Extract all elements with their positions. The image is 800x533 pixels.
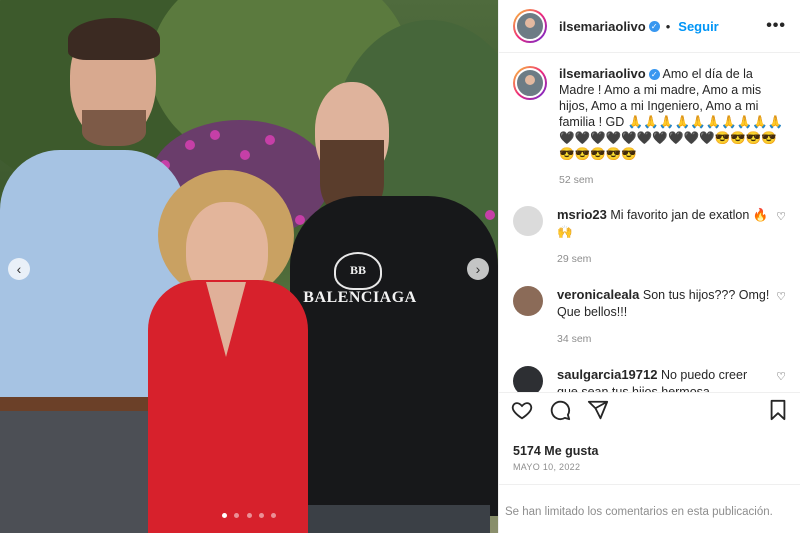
shirt-logo: BB [334,252,382,290]
caption-timestamp: 52 sem [559,174,594,186]
shirt-brand-text: BALENCIAGA [303,289,417,306]
comment-timestamp: 34 sem [557,333,592,345]
username[interactable]: ilsemariaolivo [559,19,646,34]
verified-badge-icon: ✓ [648,69,660,81]
avatar[interactable] [513,66,547,100]
chevron-right-icon[interactable]: › [467,258,489,280]
comment-item: veronicaleala Son tus hijos??? Omg! Que … [513,286,786,348]
comment-item: msrio23 Mi favorito jan de exatlon 🔥🙌 29… [513,206,786,268]
comments-limited-notice: Se han limitado los comentarios en esta … [499,484,800,533]
heart-icon[interactable] [511,399,533,421]
comment-username[interactable]: msrio23 [557,207,607,222]
chevron-left-icon[interactable]: ‹ [8,258,30,280]
follow-button[interactable]: Seguir [678,19,718,34]
carousel-indicator [0,505,498,523]
verified-badge-icon: ✓ [648,20,660,32]
carousel-dot [246,513,252,518]
caption-text: Amo el día de la Madre ! Amo a mi madre,… [559,67,784,161]
avatar[interactable] [513,286,543,316]
bookmark-icon[interactable] [768,399,788,421]
heart-icon[interactable]: ♡ [776,210,786,223]
avatar[interactable] [513,366,543,392]
post-side-panel: ilsemariaolivo ✓ • Seguir ••• ilsemariao… [498,0,800,533]
avatar[interactable] [513,9,547,43]
more-options-icon[interactable]: ••• [766,17,786,35]
comment-username[interactable]: veronicaleala [557,287,639,302]
carousel-dot [258,513,264,518]
share-icon[interactable] [587,399,609,421]
heart-icon[interactable]: ♡ [776,290,786,303]
person-middle [148,170,308,533]
comment-item: saulgarcia19712 No puedo creer que sean … [513,366,786,392]
carousel-dot [271,513,277,518]
carousel-dot [221,513,227,518]
comment-username[interactable]: saulgarcia19712 [557,367,657,382]
post-header: ilsemariaolivo ✓ • Seguir ••• [499,0,800,53]
carousel-dot [234,513,240,518]
caption: ilsemariaolivo ✓ Amo el día de la Madre !… [513,66,786,188]
comments-list[interactable]: ilsemariaolivo ✓ Amo el día de la Madre !… [499,52,800,392]
action-bar [499,392,800,426]
comment-icon[interactable] [549,399,571,421]
post-date: MAYO 10, 2022 [513,462,581,472]
avatar[interactable] [513,206,543,236]
heart-icon[interactable]: ♡ [776,370,786,383]
caption-username[interactable]: ilsemariaolivo [559,66,646,81]
likes-count[interactable]: 5174 Me gusta [513,444,598,458]
instagram-post: BB BALENCIAGA ‹ › ilsemariaolivo ✓ • Seg… [0,0,800,533]
post-photo[interactable]: BB BALENCIAGA ‹ › [0,0,498,533]
comment-timestamp: 29 sem [557,253,592,265]
